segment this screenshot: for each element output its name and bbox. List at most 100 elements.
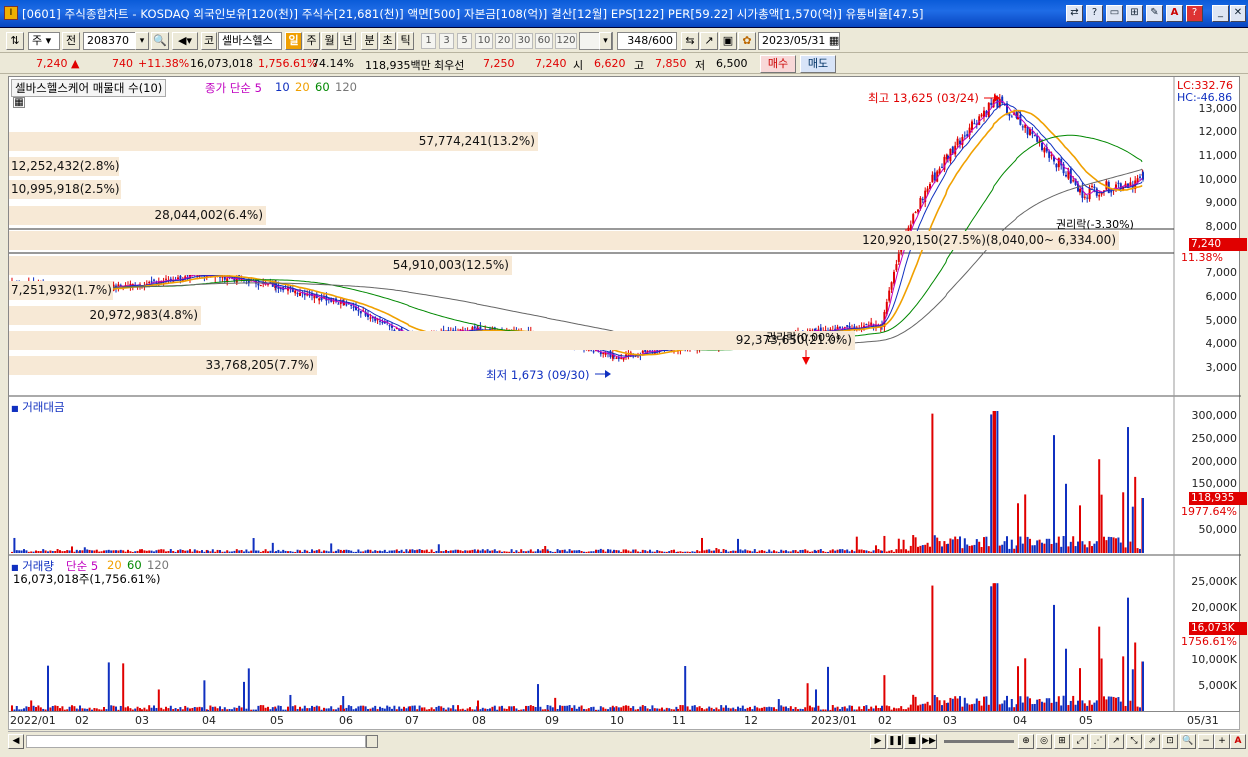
pause-icon[interactable]: ❚❚ xyxy=(887,734,903,749)
interval-120[interactable]: 120 xyxy=(555,33,577,49)
volume-bar xyxy=(418,705,421,711)
window-icon[interactable]: ▭ xyxy=(1106,5,1123,22)
zoom-in-icon[interactable]: + xyxy=(1214,734,1230,749)
text-tool-icon[interactable]: A xyxy=(1230,734,1246,749)
code-dropdown-icon[interactable]: ▾ xyxy=(135,32,149,50)
fibo-icon[interactable]: ⋰ xyxy=(1090,734,1106,749)
amount-bar xyxy=(181,549,184,553)
volume-bar xyxy=(395,709,398,711)
volume-y-label: 25,000K xyxy=(1191,575,1237,588)
amount-bar xyxy=(169,549,172,553)
trend-icon[interactable]: ⤢ xyxy=(1072,734,1088,749)
tab-minute[interactable]: 분 xyxy=(361,32,378,50)
amount-bar xyxy=(374,550,377,553)
volume-bar xyxy=(1038,698,1041,711)
tab-year[interactable]: 년 xyxy=(339,32,356,50)
buy-button[interactable]: 매수 xyxy=(760,55,796,73)
compare-icon[interactable]: ⇆ xyxy=(681,32,699,50)
line-icon[interactable]: ↗ xyxy=(700,32,718,50)
interval-3[interactable]: 3 xyxy=(439,33,454,49)
tab-tick[interactable]: 틱 xyxy=(397,32,414,50)
count-field[interactable]: 348/600 xyxy=(617,32,677,50)
interval-1[interactable]: 1 xyxy=(421,33,436,49)
amount-bar xyxy=(330,543,333,553)
volume-bar xyxy=(63,709,66,711)
amount-bar xyxy=(895,549,898,553)
ruler-icon[interactable]: ⤡ xyxy=(1126,734,1142,749)
stop-icon[interactable]: ■ xyxy=(904,734,920,749)
date-field[interactable]: 2023/05/31 ▦ xyxy=(758,32,840,50)
volume-bar xyxy=(817,705,820,711)
volume-bar xyxy=(732,707,735,711)
settings-icon[interactable]: ✿ xyxy=(738,32,756,50)
sell-button[interactable]: 매도 xyxy=(800,55,836,73)
target-icon[interactable]: ◎ xyxy=(1036,734,1052,749)
volume-bar xyxy=(1079,668,1081,711)
arrow-tool-icon[interactable]: ↗ xyxy=(1108,734,1124,749)
profile-label: 57,774,241(13.2%) xyxy=(9,132,538,151)
save-icon[interactable]: ▣ xyxy=(719,32,737,50)
volume-bar xyxy=(998,704,1001,711)
font-icon[interactable]: A xyxy=(1166,5,1183,22)
candle xyxy=(956,138,959,146)
play-icon[interactable]: ▶ xyxy=(870,734,886,749)
chart-canvas[interactable]: 셀바스헬스케어 매물대 수(10) 종가 단순 5 10 20 60 120 ▦… xyxy=(8,76,1247,713)
amount-bar xyxy=(505,551,508,553)
tab-week[interactable]: 주 xyxy=(303,32,320,50)
tab-second[interactable]: 초 xyxy=(379,32,396,50)
interval-30[interactable]: 30 xyxy=(515,33,533,49)
chart-scrollbar[interactable]: ◀ ▶ ❚❚ ■ ▶▶ ⊕ ◎ ⊞ ⤢ ⋰ ↗ ⤡ ⇗ ⊡ 🔍 − + A xyxy=(8,731,1246,750)
search-icon[interactable]: 🔍 xyxy=(151,32,169,50)
count-max: /600 xyxy=(648,34,673,47)
amount-value: 118,935백만 xyxy=(365,59,431,72)
calendar-icon[interactable]: ▦ xyxy=(829,34,839,47)
search-zoom-icon[interactable]: 🔍 xyxy=(1180,734,1196,749)
channel-icon[interactable]: ⇗ xyxy=(1144,734,1160,749)
volume-bar xyxy=(770,707,773,711)
price-panel-legend[interactable]: 셀바스헬스케어 매물대 수(10) xyxy=(11,79,167,97)
candle xyxy=(912,214,915,224)
chart-type-icon[interactable]: ⇅ xyxy=(6,32,24,50)
volume-bar xyxy=(597,709,600,711)
edit-icon[interactable]: ✎ xyxy=(1146,5,1163,22)
prev-button[interactable]: 전 xyxy=(62,32,80,50)
tab-month[interactable]: 월 xyxy=(321,32,338,50)
question-icon[interactable]: ? xyxy=(1186,5,1203,22)
scroll-track[interactable] xyxy=(26,735,366,748)
volume-bar xyxy=(914,696,917,711)
fast-forward-icon[interactable]: ▶▶ xyxy=(921,734,937,749)
volume-bar xyxy=(464,709,467,711)
volume-bar xyxy=(493,705,496,711)
amount-bar xyxy=(267,551,269,553)
amount-pct-label: 1977.64% xyxy=(1181,505,1237,518)
crosshair-icon[interactable]: ⊕ xyxy=(1018,734,1034,749)
volume-bar xyxy=(345,707,348,711)
scroll-thumb[interactable] xyxy=(366,735,378,748)
close-button[interactable]: ✕ xyxy=(1230,5,1246,22)
interval-20[interactable]: 20 xyxy=(495,33,513,49)
volume-bar xyxy=(703,709,706,711)
amount-panel-title[interactable]: ■ 거래대금 xyxy=(11,399,65,415)
stock-name-field[interactable]: 셀바스헬스 xyxy=(218,32,282,50)
interval-60[interactable]: 60 xyxy=(535,33,553,49)
interval-5[interactable]: 5 xyxy=(457,33,472,49)
candle xyxy=(865,324,868,326)
minimize-button[interactable]: _ xyxy=(1212,5,1229,22)
interval-dropdown-icon[interactable]: ▾ xyxy=(599,32,612,50)
volume-bar xyxy=(471,709,474,711)
link-icon[interactable]: ⇄ xyxy=(1066,5,1083,22)
speaker-icon[interactable]: ◀▾ xyxy=(172,32,198,50)
help-icon[interactable]: ? xyxy=(1086,5,1103,22)
interval-10[interactable]: 10 xyxy=(475,33,493,49)
volume-bar xyxy=(233,707,236,711)
amount-bar xyxy=(49,550,52,553)
tab-day[interactable]: 일 xyxy=(285,32,302,50)
period-select[interactable]: 주 ▾ xyxy=(28,32,60,50)
grid-toggle-icon[interactable]: ⊞ xyxy=(1054,734,1070,749)
grid-icon[interactable]: ⊞ xyxy=(1126,5,1143,22)
scroll-left-icon[interactable]: ◀ xyxy=(8,734,24,749)
zoom-icon[interactable]: ⊡ xyxy=(1162,734,1178,749)
speed-slider[interactable] xyxy=(944,740,1014,743)
zoom-out-icon[interactable]: − xyxy=(1198,734,1214,749)
table-icon[interactable]: ▦ xyxy=(13,97,25,108)
